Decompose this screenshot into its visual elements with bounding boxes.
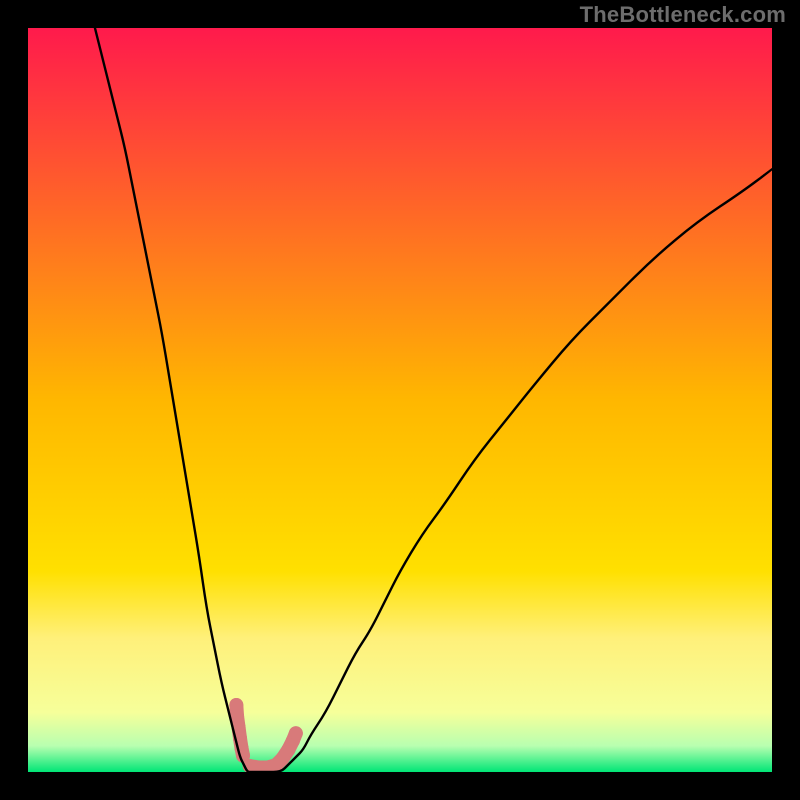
chart-frame: TheBottleneck.com [0, 0, 800, 800]
highlight-dot [289, 726, 303, 740]
plot-area [28, 28, 772, 772]
gradient-background [28, 28, 772, 772]
watermark-text: TheBottleneck.com [580, 2, 786, 28]
chart-svg [28, 28, 772, 772]
